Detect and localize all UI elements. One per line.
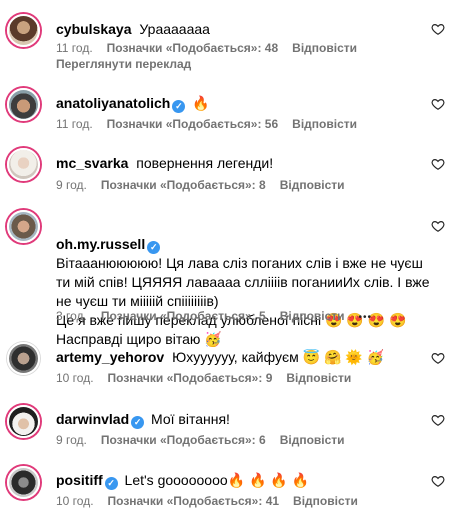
heart-outline-icon[interactable] (431, 413, 445, 427)
comment-meta: 3 год. Позначки «Подобається»: 5 Відповіст… (56, 309, 386, 323)
reply-button[interactable]: Відповісти (293, 494, 358, 508)
comment-meta: 10 год. Позначки «Подобається»: 9 Відповіс… (56, 371, 365, 385)
avatar-anatoliyanatolich[interactable] (7, 88, 40, 121)
comment-username[interactable]: cybulskaya (56, 21, 132, 37)
avatar-oh-my-russell[interactable] (7, 210, 40, 243)
comment-likes[interactable]: Позначки «Подобається»: 6 (101, 433, 266, 447)
comment-meta: 10 год. Позначки «Подобається»: 41 Відпові… (56, 494, 372, 508)
comment-text: Урааааааа (139, 21, 210, 37)
comment-time[interactable]: 11 год. (56, 41, 93, 55)
verified-badge-icon: ✓ (104, 477, 118, 490)
comment-username[interactable]: mc_svarka (56, 155, 128, 171)
comment-username[interactable]: artemy_yehorov (56, 349, 164, 365)
avatar-darwinvlad[interactable] (7, 405, 40, 438)
comment-likes[interactable]: Позначки «Подобається»: 41 (108, 494, 280, 508)
comment-meta: 9 год. Позначки «Подобається»: 8 Відповіст… (56, 178, 359, 192)
heart-outline-icon[interactable] (431, 219, 445, 233)
comment-text: 🔥 (192, 95, 210, 111)
comment-time[interactable]: 10 год. (56, 371, 94, 385)
more-options-icon[interactable]: ••• (359, 312, 373, 323)
comment-meta: 11 год. Позначки «Подобається»: 56 Відпові… (56, 117, 371, 131)
reply-button[interactable]: Відповісти (280, 309, 345, 323)
comment-text: Мої вітання! (151, 411, 230, 427)
comment-time[interactable]: 10 год. (56, 494, 94, 508)
comment-time[interactable]: 9 год. (56, 433, 87, 447)
comment-likes[interactable]: Позначки «Подобається»: 5 (101, 309, 266, 323)
comment-meta: 9 год. Позначки «Подобається»: 6 Відповіст… (56, 433, 359, 447)
verified-badge-icon: ✓ (172, 100, 186, 113)
heart-outline-icon[interactable] (431, 351, 445, 365)
comment-time[interactable]: 3 год. (56, 309, 87, 323)
comment-meta: 11 год. Позначки «Подобається»: 48 Відпові… (56, 41, 371, 55)
comment-username[interactable]: oh.my.russell (56, 236, 145, 252)
comment-text: Вітааанююююю! Ця лава сліз поганих слів … (56, 255, 430, 347)
reply-button[interactable]: Відповісти (280, 178, 345, 192)
comment-username[interactable]: positiff (56, 472, 103, 488)
comment-text: Юхуууууу, кайфуєм 😇 🤗 🌞 🥳 (172, 349, 385, 365)
comment-username[interactable]: darwinvlad (56, 411, 129, 427)
see-translation-link[interactable]: Переглянути переклад (56, 57, 191, 71)
comment-likes[interactable]: Позначки «Подобається»: 8 (101, 178, 266, 192)
comment-likes[interactable]: Позначки «Подобається»: 56 (107, 117, 279, 131)
verified-badge-icon: ✓ (131, 416, 145, 429)
heart-outline-icon[interactable] (431, 97, 445, 111)
reply-button[interactable]: Відповісти (286, 371, 351, 385)
avatar-positiff[interactable] (7, 466, 40, 499)
comment-time[interactable]: 9 год. (56, 178, 87, 192)
comment-time[interactable]: 11 год. (56, 117, 93, 131)
verified-badge-icon: ✓ (147, 241, 161, 254)
reply-button[interactable]: Відповісти (292, 41, 357, 55)
avatar-mc_svarka[interactable] (7, 148, 40, 181)
comment-username[interactable]: anatoliyanatolich (56, 95, 170, 111)
comment-likes[interactable]: Позначки «Подобається»: 48 (107, 41, 279, 55)
reply-button[interactable]: Відповісти (292, 117, 357, 131)
comment-likes[interactable]: Позначки «Подобається»: 9 (108, 371, 273, 385)
heart-outline-icon[interactable] (431, 157, 445, 171)
comment-text: Let's goooooooo🔥 🔥 🔥 🔥 (124, 472, 310, 488)
heart-outline-icon[interactable] (431, 474, 445, 488)
avatar-cybulskaya[interactable] (7, 14, 40, 47)
reply-button[interactable]: Відповісти (280, 433, 345, 447)
comment-text: повернення легенди! (136, 155, 274, 171)
avatar-artemy_yehorov[interactable] (7, 342, 40, 375)
heart-outline-icon[interactable] (431, 22, 445, 36)
